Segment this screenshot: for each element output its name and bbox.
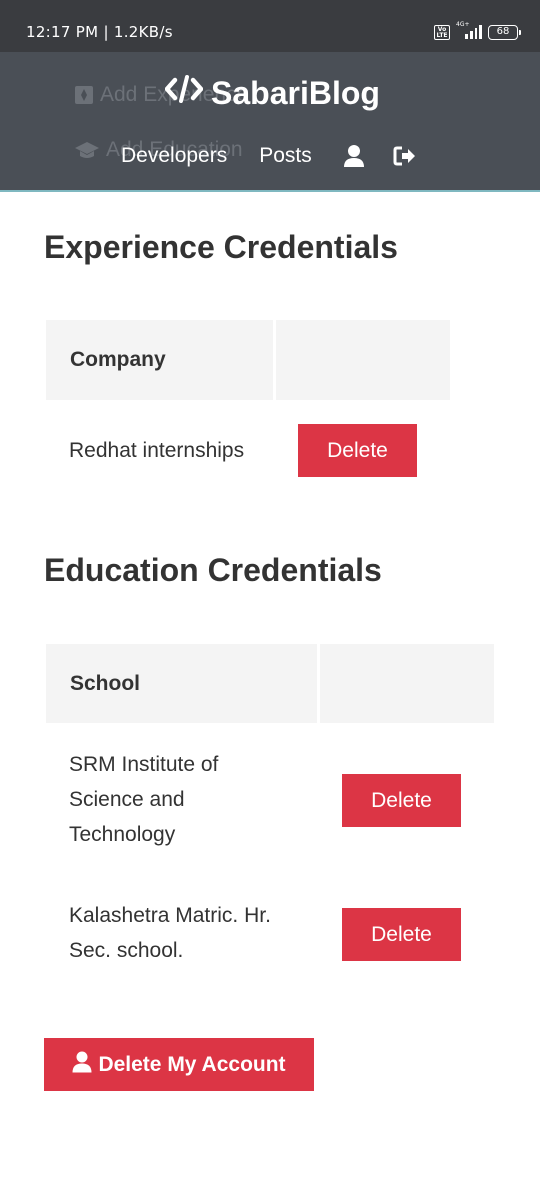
delete-experience-button[interactable]: Delete [298, 424, 417, 477]
education-header-action [320, 644, 494, 723]
navbar: Add Experience Add Education SabariBlog … [0, 52, 540, 192]
status-icons: Vo LTE 4G+ 68 [434, 21, 521, 40]
experience-header-action [276, 320, 450, 400]
delete-account-label: Delete My Account [98, 1052, 286, 1076]
school-line: Sec. school. [69, 939, 184, 962]
education-row-school: SRM Institute of Science and Technology [69, 747, 218, 852]
delete-account-button[interactable]: Delete My Account [44, 1038, 314, 1091]
brand-name: SabariBlog [211, 74, 380, 111]
experience-row-company: Redhat internships [69, 439, 245, 462]
volte-icon: Vo LTE [434, 24, 450, 40]
status-bar: 12:17 PM | 1.2KB/s Vo LTE 4G+ 68 [0, 0, 540, 52]
user-icon [72, 1051, 92, 1079]
graduation-cap-icon [74, 140, 100, 160]
sign-out-icon[interactable] [393, 146, 417, 166]
education-header-school: School [46, 644, 317, 723]
school-line: Science and [69, 788, 185, 811]
battery-icon: 68 [488, 24, 521, 40]
delete-education-button[interactable]: Delete [342, 774, 461, 827]
education-title: Education Credentials [44, 552, 382, 588]
experience-header-company: Company [46, 320, 273, 400]
experience-title: Experience Credentials [44, 229, 398, 265]
nav-posts[interactable]: Posts [259, 144, 312, 168]
delete-education-button[interactable]: Delete [342, 908, 461, 961]
status-time: 12:17 PM | 1.2KB/s [26, 23, 173, 41]
code-icon [164, 74, 204, 112]
user-tie-icon [74, 85, 94, 105]
network-type: 4G+ [456, 21, 470, 28]
brand-logo[interactable]: SabariBlog [164, 74, 380, 112]
user-icon[interactable] [343, 144, 365, 168]
nav-developers[interactable]: Developers [121, 144, 227, 168]
signal-icon: 4G+ [456, 21, 482, 39]
nav-links: Developers Posts [121, 144, 417, 168]
school-line: SRM Institute of [69, 753, 219, 776]
school-line: Technology [69, 823, 176, 846]
education-row-school: Kalashetra Matric. Hr. Sec. school. [69, 898, 271, 968]
school-line: Kalashetra Matric. Hr. [69, 904, 271, 927]
